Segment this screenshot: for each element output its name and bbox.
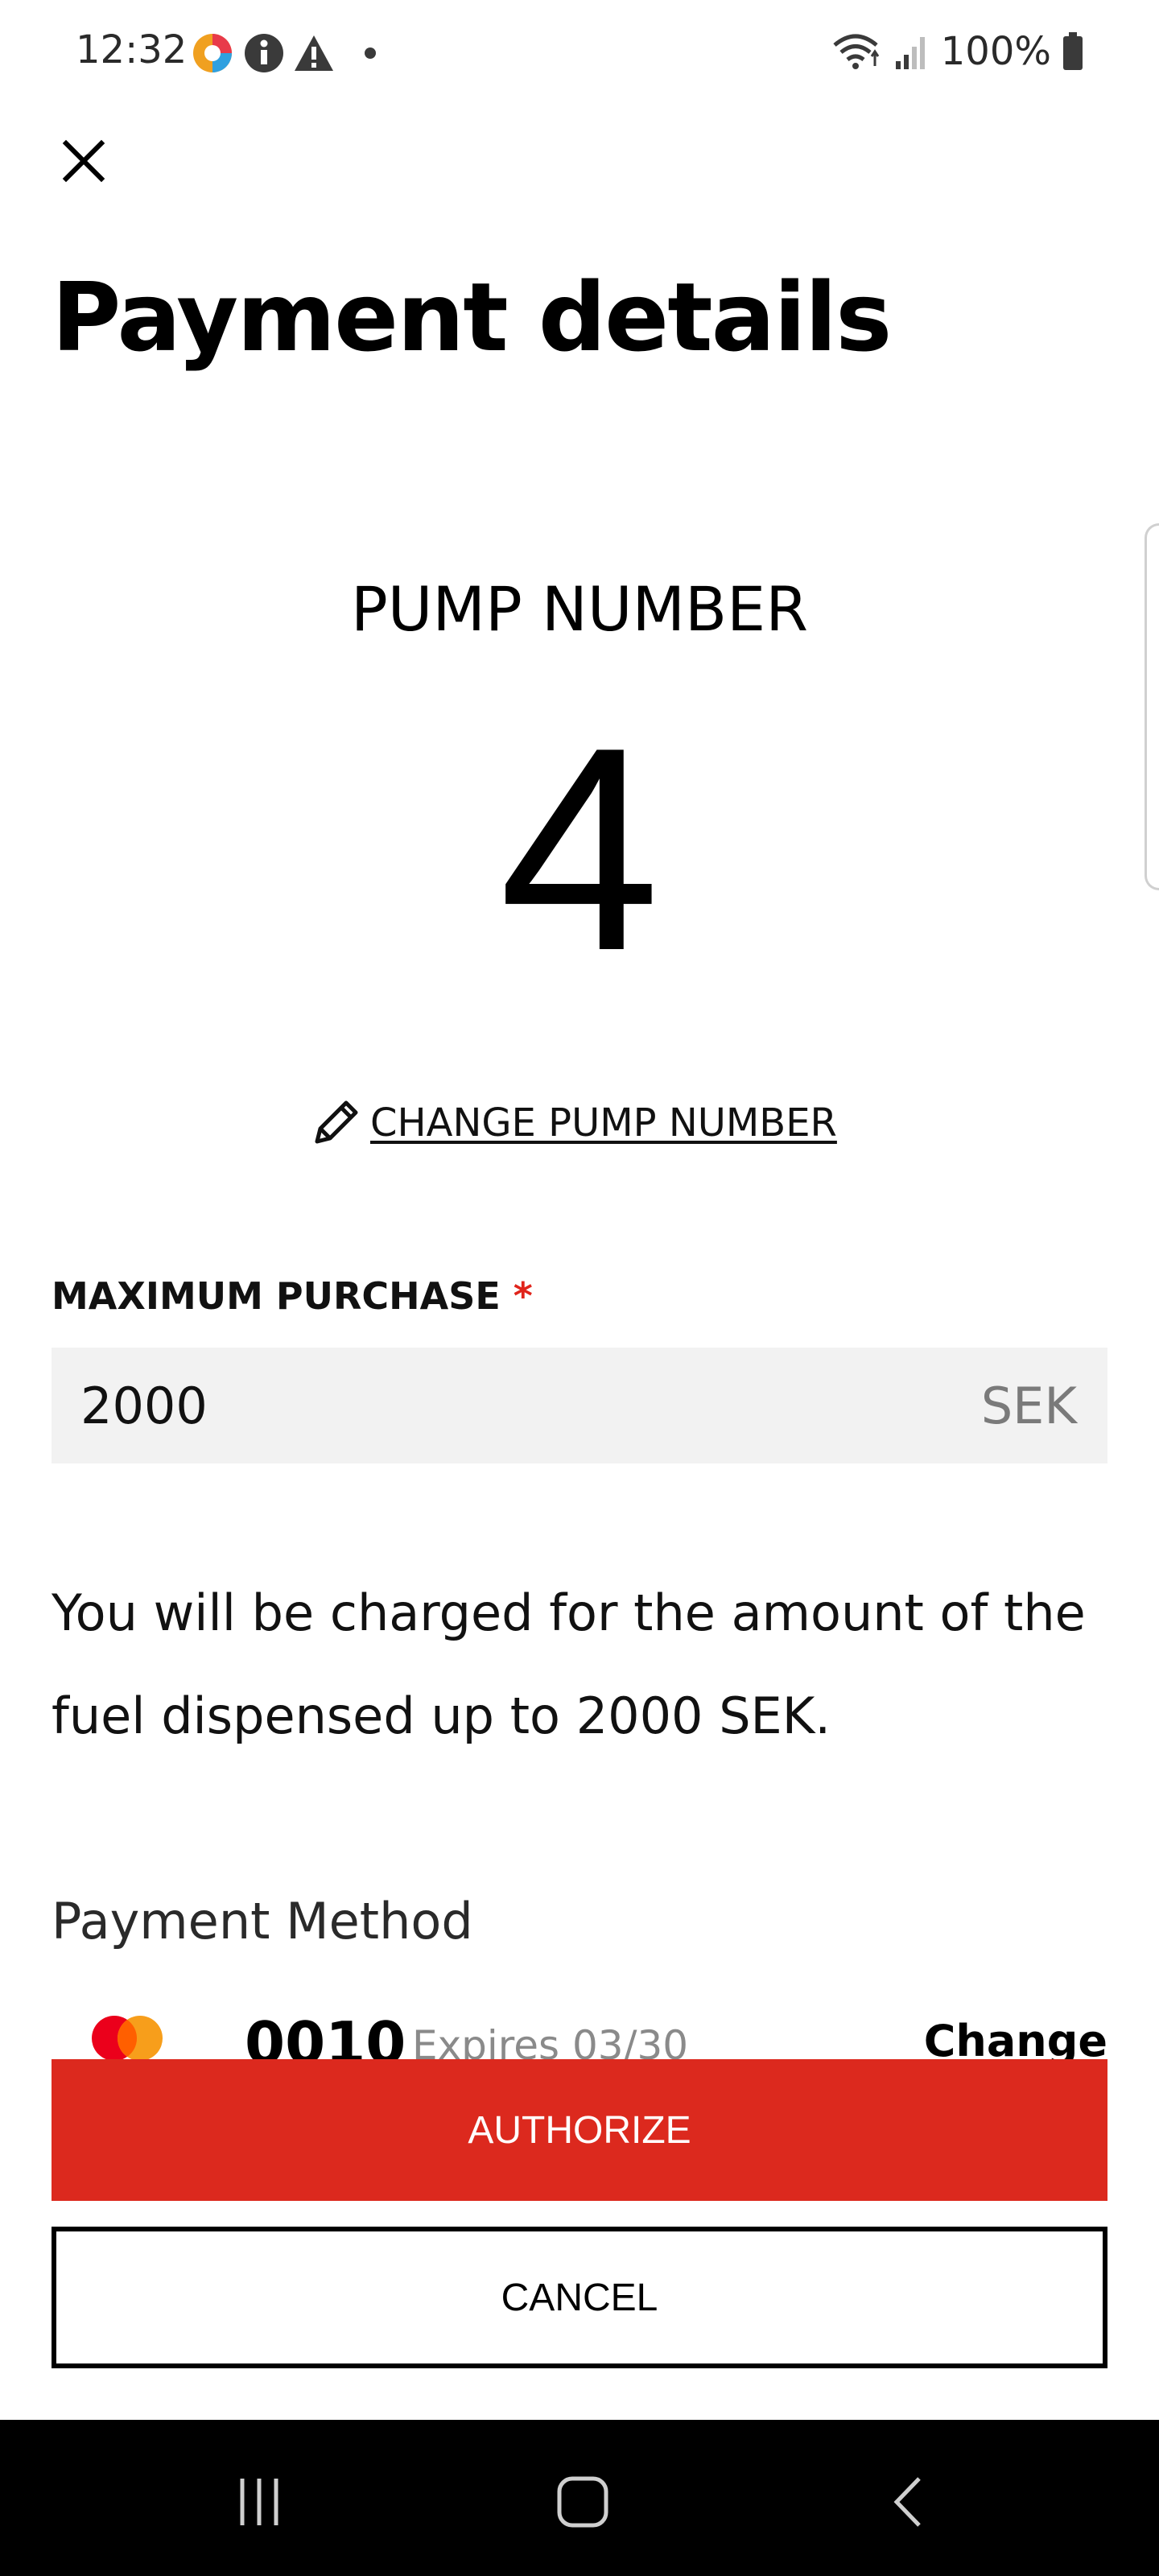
maximum-purchase-label: MAXIMUM PURCHASE *: [52, 1274, 533, 1318]
payment-method-row: 0010 Expires 03/30 Change: [52, 2004, 1107, 2061]
charge-info-text: You will be charged for the amount of th…: [52, 1583, 1086, 1745]
home-icon: [557, 2476, 608, 2528]
app-notification-icon: [193, 34, 232, 72]
status-bar: 12:32 100%: [0, 0, 1159, 105]
card-last4: 0010: [245, 2009, 406, 2061]
warning-icon: [295, 35, 333, 71]
page-title: Payment details: [52, 262, 892, 373]
close-button[interactable]: [52, 129, 116, 193]
pump-number-label: PUMP NUMBER: [350, 573, 809, 645]
authorize-button[interactable]: AUTHORIZE: [52, 2059, 1107, 2201]
back-button[interactable]: [868, 2462, 948, 2542]
cancel-button[interactable]: CANCEL: [52, 2227, 1107, 2368]
status-time: 12:32: [76, 27, 188, 72]
signal-icon: [895, 37, 925, 69]
maximum-purchase-label-text: MAXIMUM PURCHASE: [52, 1274, 501, 1318]
mastercard-icon: [92, 2016, 163, 2061]
pump-number-value: 4: [498, 687, 661, 1011]
wifi-icon: [833, 34, 880, 69]
required-mark: *: [513, 1274, 533, 1318]
info-icon: [245, 34, 283, 72]
system-nav-bar: [0, 2420, 1159, 2576]
recent-apps-icon: [240, 2479, 278, 2525]
card-expiry: Expires 03/30: [412, 2022, 689, 2061]
change-payment-method-link[interactable]: Change: [924, 2016, 1107, 2061]
dot-icon: [365, 47, 376, 59]
change-pump-number-label: CHANGE PUMP NUMBER: [370, 1100, 837, 1146]
payment-method-heading: Payment Method: [52, 1892, 473, 1951]
back-icon: [893, 2477, 921, 2527]
currency-unit: SEK: [980, 1376, 1077, 1435]
battery-icon: [1063, 32, 1083, 70]
home-button[interactable]: [542, 2462, 623, 2542]
maximum-purchase-input[interactable]: 2000 SEK: [52, 1348, 1107, 1463]
change-pump-number-link[interactable]: CHANGE PUMP NUMBER: [309, 1095, 837, 1151]
recent-apps-button[interactable]: [219, 2462, 299, 2542]
maximum-purchase-value[interactable]: 2000: [80, 1377, 208, 1435]
close-icon: [62, 139, 105, 183]
battery-percent: 100%: [940, 29, 1051, 74]
pencil-icon: [315, 1100, 358, 1144]
status-right: 100%: [831, 27, 1083, 76]
